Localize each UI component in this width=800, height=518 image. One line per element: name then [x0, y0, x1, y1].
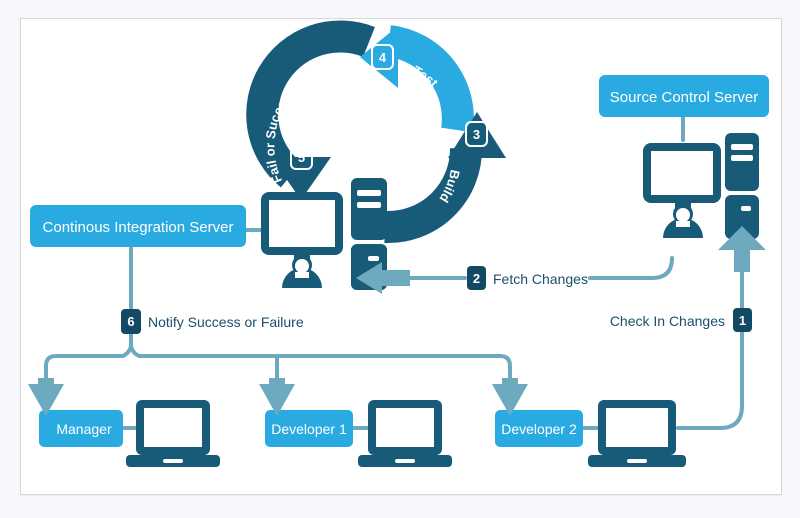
step-badge-5-number: 5 [298, 150, 305, 165]
step-badge-2-number: 2 [473, 271, 480, 286]
box-developer-2[interactable]: Developer 2 [495, 410, 583, 447]
laptop-icon-developer-1 [358, 400, 452, 467]
box-developer-1[interactable]: Developer 1 [265, 410, 353, 447]
connector-checkin-rail [676, 246, 744, 430]
step-1-check-in-changes: 1 Check In Changes [610, 308, 752, 332]
step-badge-4-number: 4 [379, 50, 387, 65]
arc-test [386, 25, 474, 133]
developer-1-label: Developer 1 [271, 421, 347, 437]
ci-workflow-diagram: Continous Integration Server Source Cont… [28, 20, 769, 467]
desktop-computer-icon [261, 192, 343, 288]
server-tower-icon [725, 133, 759, 239]
desktop-computer-icon [643, 143, 721, 238]
box-source-control-server[interactable]: Source Control Server [599, 75, 769, 117]
step-badge-1-number: 1 [739, 313, 746, 328]
ci-server-label: Continous Integration Server [43, 219, 234, 236]
box-manager[interactable]: Manager [39, 410, 123, 447]
step-2-label: Fetch Changes [493, 271, 588, 287]
connector-notify-bus-right [129, 332, 512, 386]
step-badge-6-number: 6 [127, 314, 134, 329]
source-control-server-label: Source Control Server [610, 89, 758, 106]
laptop-icon-manager [126, 400, 220, 467]
box-ci-server[interactable]: Continous Integration Server [30, 205, 246, 247]
step-1-label: Check In Changes [610, 313, 725, 329]
manager-label: Manager [56, 421, 112, 437]
connector-notify-bus-left [44, 332, 133, 386]
step-6-notify: 6 Notify Success or Failure [121, 309, 304, 334]
user-avatar-icon [663, 204, 703, 238]
step-badge-3-number: 3 [473, 127, 480, 142]
developer-2-label: Developer 2 [501, 421, 577, 437]
step-6-label: Notify Success or Failure [148, 314, 304, 330]
source-control-computer-group [643, 133, 759, 239]
step-2-fetch-changes: 2 Fetch Changes [467, 266, 588, 290]
laptop-icon-developer-2 [588, 400, 686, 467]
user-avatar-icon [282, 255, 322, 288]
connector-fetch-right [588, 256, 674, 280]
